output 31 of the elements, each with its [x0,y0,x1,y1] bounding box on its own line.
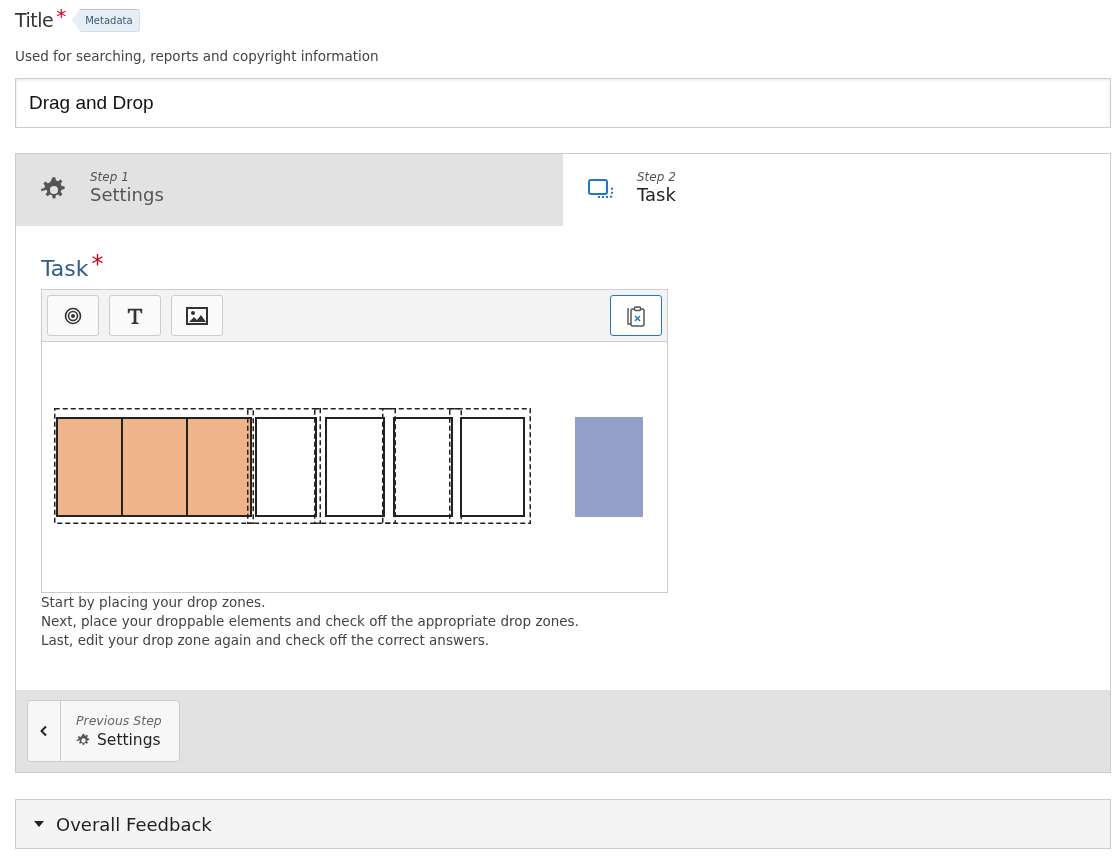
required-mark: * [56,4,67,28]
gear-icon [76,732,91,748]
image-tool-button[interactable] [171,295,223,336]
step-number: Step 1 [90,169,130,184]
target-icon [64,306,82,325]
help-text: Start by placing your drop zones. [41,593,267,612]
required-mark: * [91,250,104,278]
task-label: Task [41,255,89,281]
field-label: Title [15,9,54,31]
text-icon [126,306,144,325]
previous-step-button[interactable]: Previous Step Settings [27,700,180,762]
target-tool-button[interactable] [47,295,99,336]
feedback-section-header[interactable]: Overall Feedback [15,799,1111,849]
metadata-button[interactable]: Metadata [72,8,140,32]
step-label: Settings [97,731,161,749]
field-description: Used for searching, reports and copyright information [15,48,380,64]
help-text: Last, edit your drop zone again and check off the correct answers. [41,631,491,650]
step-number: Step 2 [637,169,676,184]
step-label: Task [637,183,676,205]
step-caption: Previous Step [76,713,162,728]
clear-task-button[interactable] [610,295,662,336]
chevron-left-icon [40,725,48,737]
step-tab[interactable]: Step 1 Settings [16,154,563,226]
help-text: Next, place your droppable elements and check off the appropriate drop zones. [41,612,580,631]
drag-and-drop-layout-drawing[interactable] [54,408,643,524]
step-label: Settings [90,183,164,205]
title-input-field[interactable]: Drag and Drop [15,78,1111,128]
image-icon [186,306,208,325]
text-tool-button[interactable] [109,295,161,336]
section-title: Overall Feedback [56,813,212,835]
clipboard-x-icon [624,303,648,328]
